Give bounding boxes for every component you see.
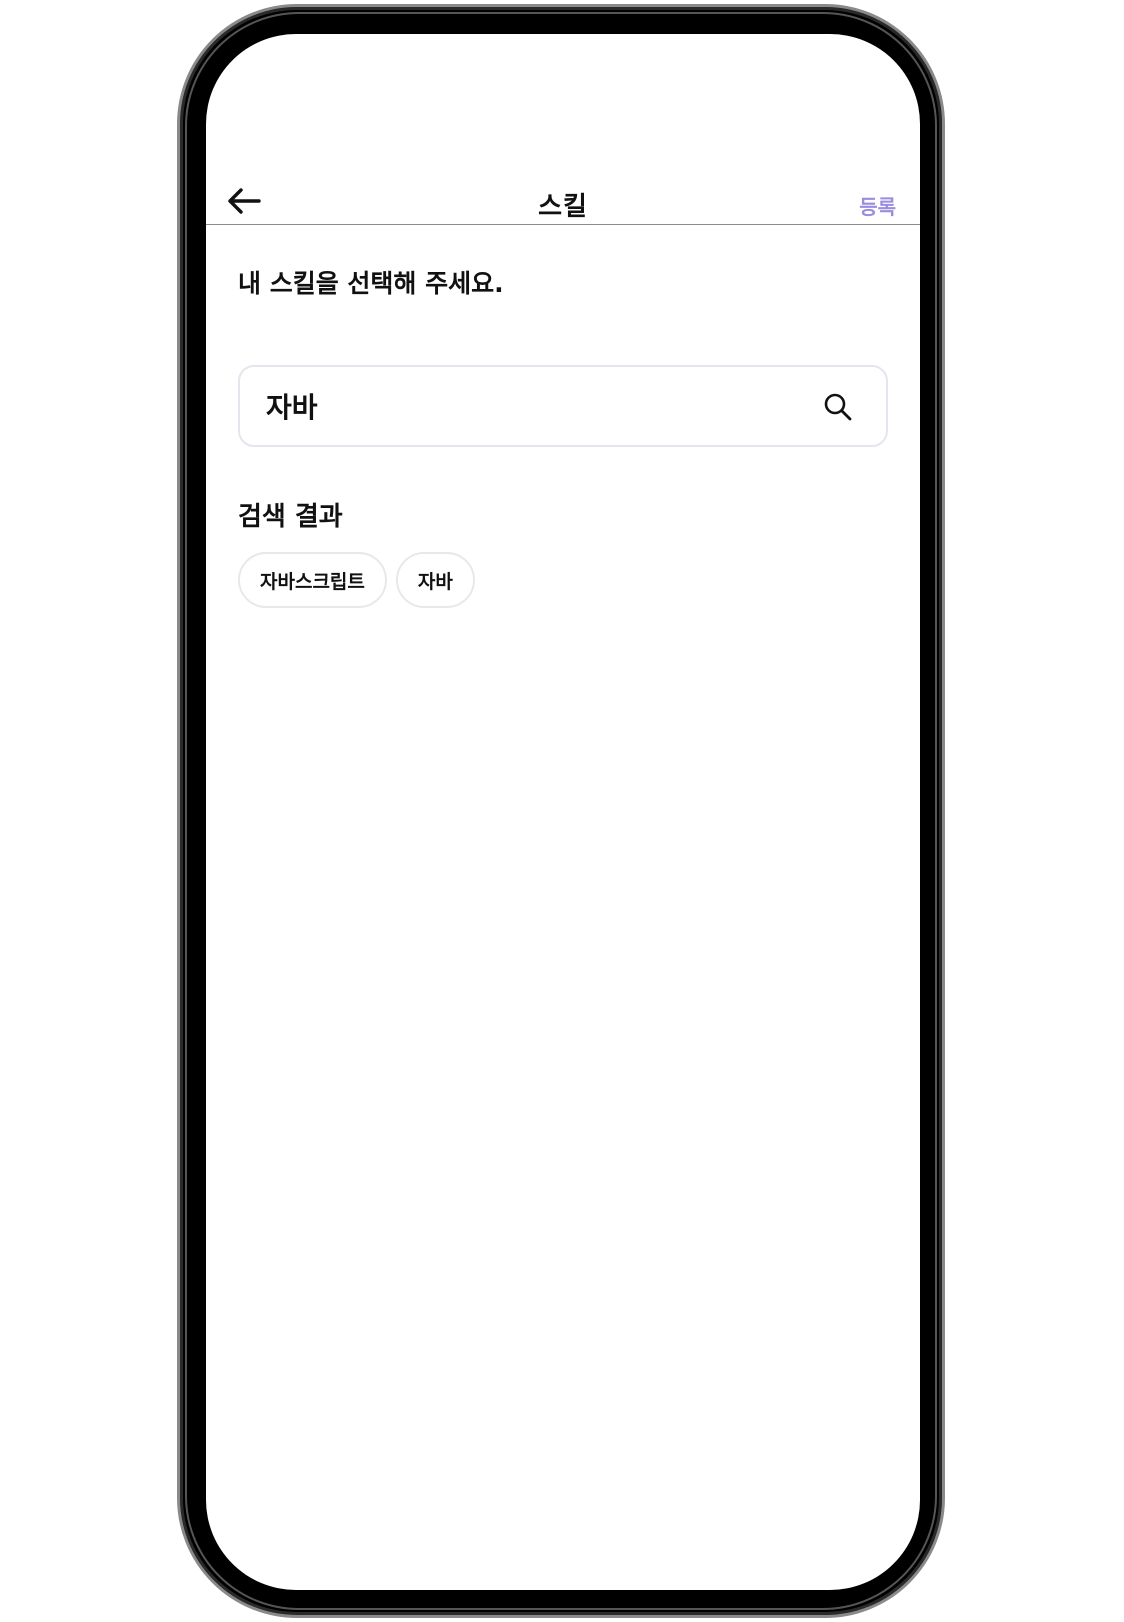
- search-icon: [824, 393, 852, 421]
- results-heading: 검색 결과: [238, 502, 343, 532]
- skill-chip-javascript[interactable]: 자바스크립트: [238, 552, 387, 608]
- register-button[interactable]: 등록: [859, 191, 896, 220]
- search-box: [238, 365, 888, 447]
- results-list: 자바스크립트 자바: [238, 552, 475, 608]
- search-button[interactable]: [822, 391, 854, 423]
- page-title: 스킬: [538, 192, 588, 222]
- skill-chip-java[interactable]: 자바: [395, 552, 475, 608]
- header-bar: 스킬 등록: [206, 146, 920, 225]
- instruction-text: 내 스킬을 선택해 주세요.: [238, 269, 504, 298]
- phone-screen: 스킬 등록 내 스킬을 선택해 주세요. 검색 결과 자바스크립트 자바: [206, 34, 920, 1590]
- search-input[interactable]: [266, 367, 806, 445]
